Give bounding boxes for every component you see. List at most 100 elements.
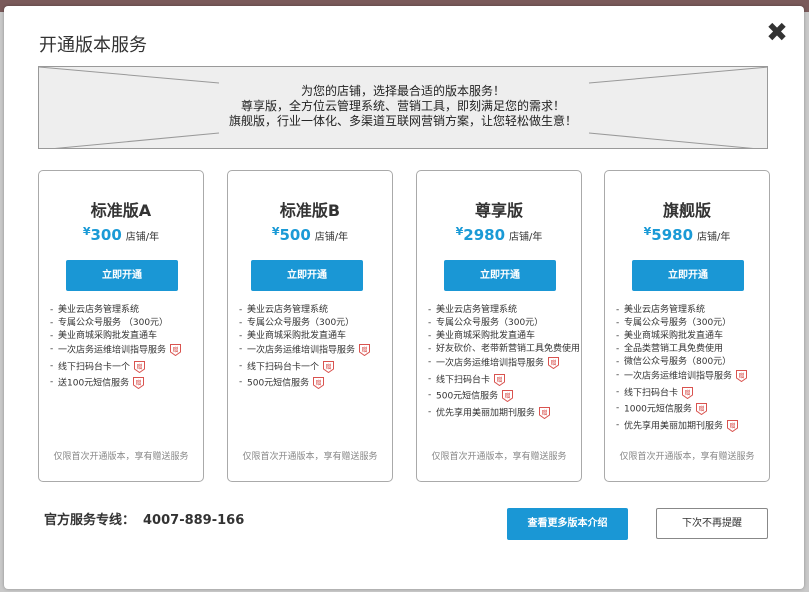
feature-item: 线下扫码台卡一个赠	[239, 360, 394, 376]
plan-card: 尊享版 ¥2980店铺/年立即开通美业云店务管理系统专属公众号服务（300元） 美业…	[416, 170, 582, 482]
no-remind-button[interactable]: 下次不再提醒	[656, 508, 768, 539]
svg-text:赠: 赠	[136, 379, 142, 387]
feature-item: 线下扫码台卡一个赠	[50, 360, 205, 376]
feature-list: 美业云店务管理系统专属公众号服务 （300元） 美业商城采购批发直通车一次店务运维…	[50, 305, 205, 394]
plan-price: ¥5980 店铺/年	[605, 225, 769, 244]
gift-badge-icon: 赠	[502, 390, 514, 402]
feature-item: 微信公众号服务（800元）	[616, 357, 771, 368]
svg-text:赠: 赠	[739, 372, 745, 380]
feature-item: 美业云店务管理系统	[428, 305, 583, 316]
svg-text:赠: 赠	[326, 363, 332, 371]
feature-text: 送100元短信服务	[58, 378, 130, 389]
svg-text:赠: 赠	[542, 409, 548, 417]
feature-text: 1000元短信服务	[624, 404, 692, 415]
gift-badge-icon: 赠	[313, 377, 325, 389]
feature-text: 美业商城采购批发直通车	[436, 331, 536, 341]
feature-text: 500元短信服务	[436, 391, 499, 402]
feature-text: 专属公众号服务（300元）	[624, 318, 732, 328]
gift-badge-icon: 赠	[494, 373, 506, 386]
feature-item: 美业商城采购批发直通车	[50, 331, 205, 342]
price-unit: 店铺/年	[314, 232, 349, 243]
feature-item: 美业商城采购批发直通车	[428, 331, 583, 342]
feature-item: 一次店务运维培训指导服务赠	[239, 344, 394, 359]
open-now-button[interactable]: 立即开通	[632, 260, 744, 291]
feature-item: 美业商城采购批发直通车	[616, 331, 771, 342]
gift-badge-icon: 赠	[359, 344, 371, 356]
plan-card: 标准版B¥500店铺/年立即开通美业云店务管理系统专属公众号服务（300元）美业…	[227, 170, 393, 482]
svg-text:赠: 赠	[137, 363, 143, 371]
plan-note: 仅限首次开通版本，享有赠送服务	[53, 452, 189, 462]
feature-item: 一次店务运维培训指导服务赠	[50, 344, 205, 359]
feature-item: 美业商城采购批发直通车	[239, 331, 394, 342]
open-now-button[interactable]: 立即开通	[66, 260, 178, 291]
plan-note: 仅限首次开通版本，享有赠送服务	[431, 452, 567, 462]
svg-text:赠: 赠	[173, 346, 179, 354]
feature-item: 一次店务运维培训指导服务赠	[428, 357, 583, 372]
plan-name: 标准版A	[90, 201, 152, 220]
feature-text: 500元短信服务	[247, 378, 310, 389]
price-amount: 500	[279, 226, 311, 244]
price-unit: 店铺/年	[697, 232, 731, 243]
feature-text: 线下扫码台卡一个	[58, 362, 131, 372]
svg-text:赠: 赠	[362, 346, 368, 354]
feature-item: 优先享用美丽加期刊服务赠	[616, 419, 771, 435]
gift-badge-icon: 赠	[170, 344, 182, 356]
svg-text:赠: 赠	[730, 422, 736, 430]
more-versions-button[interactable]: 查看更多版本介绍	[507, 508, 628, 540]
plan-price: ¥300 店铺/年	[39, 225, 203, 244]
gift-badge-icon: 赠	[133, 377, 145, 389]
feature-text: 一次店务运维培训指导服务	[624, 371, 733, 382]
feature-item: 专属公众号服务（300元）	[428, 318, 583, 329]
feature-item: 优先享用美丽加期刊服务赠	[428, 406, 583, 422]
svg-text:赠: 赠	[551, 359, 557, 367]
gift-badge-icon: 赠	[736, 370, 748, 382]
plan-name: 尊享版	[474, 201, 523, 220]
service-modal: 开通版本服务 ✖ 为您的店铺，选择最合适的版本服务！ 尊享版，全方位云管理系统、…	[4, 6, 804, 589]
banner-line: 旗舰版，行业一体化、多渠道互联网营销方案，让您轻松做生意！	[228, 114, 577, 128]
gift-badge-icon: 赠	[539, 406, 551, 419]
svg-text:赠: 赠	[316, 379, 322, 387]
open-now-button[interactable]: 立即开通	[444, 260, 556, 291]
feature-text: 优先享用美丽加期刊服务	[624, 421, 724, 431]
feature-text: 一次店务运维培训指导服务	[247, 345, 356, 356]
price-amount: 2980	[463, 226, 506, 244]
feature-item: 500元短信服务赠	[428, 390, 583, 405]
banner-line: 尊享版，全方位云管理系统、营销工具，即刻满足您的需求！	[240, 99, 565, 113]
open-now-button[interactable]: 立即开通	[251, 260, 363, 291]
feature-text: 美业云店务管理系统	[58, 305, 140, 315]
close-icon[interactable]: ✖	[762, 18, 792, 48]
modal-title: 开通版本服务	[39, 35, 147, 56]
feature-item: 专属公众号服务 （300元）	[50, 318, 205, 329]
plan-price: ¥2980 店铺/年	[417, 225, 581, 244]
feature-text: 美业商城采购批发直通车	[247, 331, 347, 341]
plan-price: ¥500 店铺/年	[228, 225, 392, 244]
plan-note: 仅限首次开通版本，享有赠送服务	[619, 452, 755, 462]
feature-item: 一次店务运维培训指导服务赠	[616, 370, 771, 385]
feature-text: 线下扫码台卡	[436, 375, 491, 385]
feature-text: 美业云店务管理系统	[247, 305, 329, 315]
gift-badge-icon: 赠	[548, 357, 560, 369]
feature-text: 美业商城采购批发直通车	[624, 331, 724, 341]
feature-text: 线下扫码台卡	[624, 388, 679, 398]
feature-list: 美业云店务管理系统专属公众号服务（300元） 美业商城采购批发直通车好友砍价、老带…	[428, 305, 583, 423]
feature-item: 1000元短信服务赠	[616, 403, 771, 418]
feature-item: 美业云店务管理系统	[50, 305, 205, 316]
feature-text: 微信公众号服务（800元）	[624, 357, 732, 367]
feature-item: 全品类营销工具免费使用	[616, 344, 771, 355]
feature-text: 专属公众号服务 （300元）	[58, 318, 169, 328]
feature-item: 500元短信服务赠	[239, 377, 394, 392]
feature-text: 专属公众号服务（300元）	[436, 318, 544, 328]
promo-banner: 为您的店铺，选择最合适的版本服务！ 尊享版，全方位云管理系统、营销工具，即刻满足…	[38, 66, 768, 149]
gift-badge-icon: 赠	[682, 386, 694, 399]
plan-card: 旗舰版¥5980店铺/年立即开通美业云店务管理系统专属公众号服务（300元）美业…	[604, 170, 770, 482]
feature-text: 一次店务运维培训指导服务	[58, 345, 167, 356]
banner-text: 为您的店铺，选择最合适的版本服务！ 尊享版，全方位云管理系统、营销工具，即刻满足…	[39, 84, 767, 129]
feature-item: 线下扫码台卡赠	[428, 373, 583, 389]
banner-line: 为您的店铺，选择最合适的版本服务！	[300, 84, 505, 98]
hotline-number: 4007-889-166	[143, 513, 245, 528]
feature-text: 美业云店务管理系统	[624, 305, 706, 315]
feature-item: 专属公众号服务（300元）	[239, 318, 394, 329]
svg-text:赠: 赠	[497, 376, 503, 384]
feature-list: 美业云店务管理系统专属公众号服务（300元） 美业商城采购批发直通车一次店务运维培…	[239, 305, 394, 394]
feature-text: 美业商城采购批发直通车	[58, 331, 158, 341]
